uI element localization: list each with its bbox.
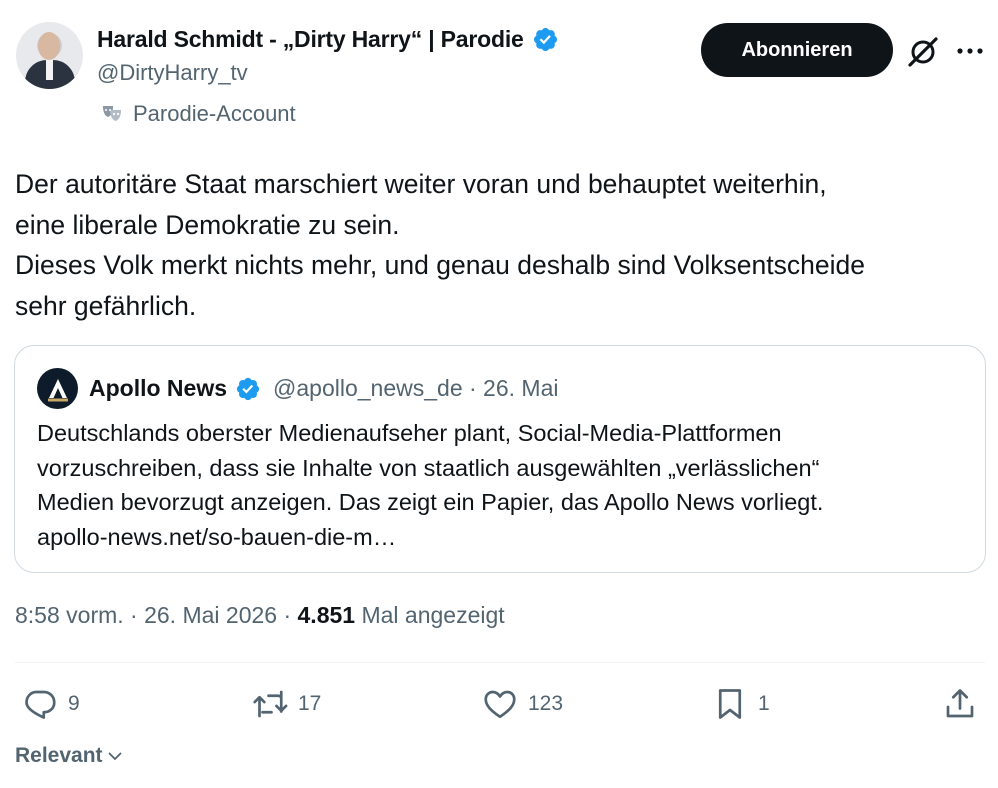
tweet-line: Dieses Volk merkt nichts mehr, und genau…	[15, 250, 865, 280]
parody-mask-icon	[102, 106, 122, 121]
tweet-text: Der autoritäre Staat marschiert weiter v…	[15, 164, 985, 326]
bookmark-icon	[718, 689, 742, 719]
avatar-face	[38, 32, 60, 60]
reply-icon	[25, 690, 56, 719]
apollo-logo-glyph	[47, 378, 68, 401]
bookmark-count: 1	[758, 692, 770, 715]
retweet-button[interactable]: 17	[252, 686, 321, 722]
follow-button[interactable]: Abonnieren	[701, 23, 893, 77]
author-name[interactable]: Harald Schmidt - „Dirty Harry“ | Parodie	[97, 26, 524, 53]
quoted-line: vorzuschreiben, dass sie Inhalte von sta…	[37, 454, 820, 481]
sort-label: Relevant	[15, 744, 103, 767]
bookmark-button[interactable]: 1	[712, 686, 770, 722]
tweet-line: Der autoritäre Staat marschiert weiter v…	[15, 169, 827, 199]
view-count-label: Mal angezeigt	[355, 602, 505, 628]
like-icon	[484, 690, 516, 719]
parody-label: Parodie-Account	[100, 101, 296, 127]
share-icon	[946, 689, 974, 718]
verified-badge-icon	[236, 377, 260, 400]
reply-count: 9	[68, 692, 80, 715]
quoted-tweet-header: Apollo News @apollo_news_de · 26. Mai	[37, 368, 558, 409]
reply-button[interactable]: 9	[22, 686, 80, 722]
quoted-tweet-text: Deutschlands oberster Medienaufseher pla…	[37, 416, 823, 554]
author-name-row: Harald Schmidt - „Dirty Harry“ | Parodie	[97, 26, 559, 53]
apollo-logo-icon[interactable]	[37, 368, 78, 409]
quoted-tweet[interactable]: Apollo News @apollo_news_de · 26. Mai De…	[14, 345, 986, 573]
retweet-icon	[253, 690, 288, 718]
parody-label-text: Parodie-Account	[133, 101, 296, 126]
quoted-line: Medien bevorzugt anzeigen. Das zeigt ein…	[37, 489, 824, 515]
grok-icon[interactable]	[906, 35, 940, 69]
sort-replies-dropdown[interactable]: Relevant	[15, 744, 123, 768]
more-icon[interactable]	[955, 46, 985, 56]
quoted-line: Deutschlands oberster Medienaufseher pla…	[37, 420, 782, 446]
quoted-author-name[interactable]: Apollo News	[89, 375, 227, 402]
quoted-handle-date: @apollo_news_de · 26. Mai	[273, 375, 559, 401]
quoted-link[interactable]: apollo-news.net/so-bauen-die-m…	[37, 520, 823, 555]
verified-badge-icon[interactable]	[532, 26, 559, 53]
view-count: 4.851	[297, 602, 356, 628]
like-button[interactable]: 123	[482, 686, 563, 722]
divider	[15, 662, 985, 663]
share-button[interactable]	[942, 686, 978, 722]
tweet-line: sehr gefährlich.	[15, 290, 197, 321]
retweet-count: 17	[298, 692, 322, 715]
avatar-shirt	[46, 60, 53, 80]
tweet-timestamp[interactable]: 8:58 vorm. · 26. Mai 2026 ·	[15, 602, 298, 628]
chevron-down-icon	[108, 752, 121, 760]
author-handle[interactable]: @DirtyHarry_tv	[97, 60, 248, 86]
like-count: 123	[528, 692, 564, 715]
tweet-line: eine liberale Demokratie zu sein.	[15, 209, 400, 240]
author-avatar[interactable]	[16, 22, 83, 89]
tweet-meta: 8:58 vorm. · 26. Mai 2026 · 4.851 Mal an…	[15, 602, 505, 629]
